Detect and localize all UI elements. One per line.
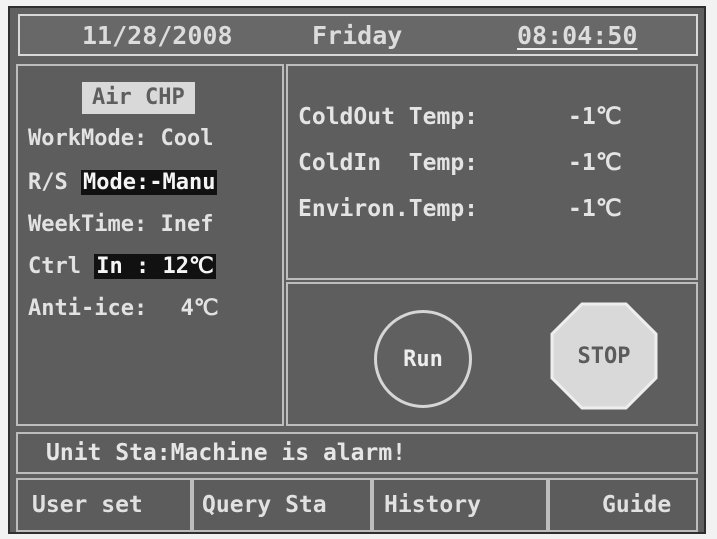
week-time-value[interactable]: Inef	[160, 212, 213, 237]
temp-value: -1℃	[568, 196, 622, 222]
temp-value: -1℃	[568, 150, 622, 176]
rs-mode-value[interactable]: Mode:-Manu	[81, 170, 218, 195]
tab-history[interactable]: History	[372, 478, 548, 532]
temp-value: -1℃	[568, 104, 622, 130]
ctrl-label: Ctrl	[28, 254, 81, 279]
tab-label: Query Sta	[202, 492, 327, 518]
temp-label: Environ.Temp:	[298, 196, 479, 222]
temp-row-coldin: ColdIn Temp: -1℃	[298, 150, 622, 176]
week-time-row: WeekTime: Inef	[28, 212, 213, 237]
temp-row-environ: Environ.Temp: -1℃	[298, 196, 622, 222]
run-button-label: Run	[403, 346, 443, 372]
header-bar: 11/28/2008 Friday 08:04:50	[18, 14, 698, 56]
header-day: Friday	[312, 21, 403, 50]
unit-title: Air CHP	[82, 82, 195, 114]
rs-mode-row: R/S Mode:-Manu	[28, 170, 218, 195]
status-text: Unit Sta:Machine is alarm!	[46, 440, 407, 466]
anti-ice-label: Anti-ice:	[28, 296, 148, 321]
unit-settings-panel: Air CHP WorkMode: Cool R/S Mode:-Manu We…	[16, 64, 284, 426]
bottom-tabs: User set Query Sta History Guide	[16, 478, 698, 532]
temp-label: ColdOut Temp:	[298, 104, 479, 130]
anti-ice-row: Anti-ice: 4℃	[28, 296, 218, 321]
run-stop-panel: Run STOP	[286, 282, 698, 426]
header-time: 08:04:50	[517, 21, 638, 50]
tab-label: User set	[32, 492, 143, 518]
stop-button-label: STOP	[577, 343, 631, 369]
tab-query-sta[interactable]: Query Sta	[192, 478, 372, 532]
temperature-panel: ColdOut Temp: -1℃ ColdIn Temp: -1℃ Envir…	[286, 64, 698, 280]
ctrl-value[interactable]: In : 12℃	[94, 254, 216, 279]
ctrl-row: Ctrl In : 12℃	[28, 254, 216, 279]
anti-ice-value: 4℃	[180, 296, 219, 321]
week-time-label: WeekTime:	[28, 212, 148, 237]
work-mode-value: Cool	[160, 126, 214, 151]
work-mode-row: WorkMode: Cool	[28, 126, 213, 151]
tab-guide[interactable]: Guide	[548, 478, 698, 532]
tab-label: History	[384, 492, 481, 518]
run-button[interactable]: Run	[374, 310, 472, 408]
status-bar: Unit Sta:Machine is alarm!	[16, 432, 698, 474]
header-date: 11/28/2008	[82, 21, 233, 50]
rs-mode-label: R/S	[28, 170, 68, 195]
temp-row-coldout: ColdOut Temp: -1℃	[298, 104, 622, 130]
stop-button[interactable]: STOP	[550, 302, 658, 410]
tab-user-set[interactable]: User set	[16, 478, 192, 532]
temp-label: ColdIn Temp:	[298, 150, 479, 176]
hmi-screen: 11/28/2008 Friday 08:04:50 Air CHP WorkM…	[8, 6, 706, 534]
work-mode-label: WorkMode:	[28, 126, 148, 151]
tab-label: Guide	[602, 492, 672, 518]
